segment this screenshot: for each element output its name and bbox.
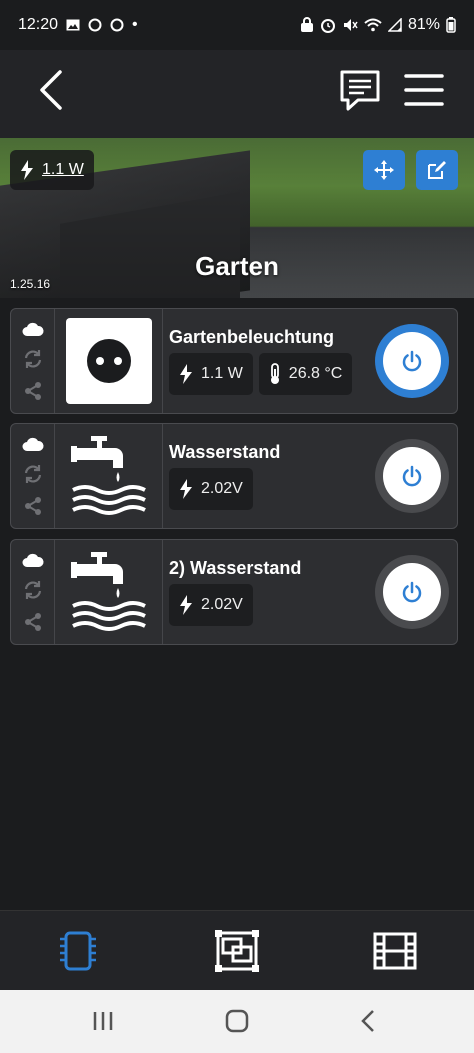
device-card[interactable]: 2) Wasserstand 2.02V [10,539,458,645]
power-toggle-button[interactable] [375,324,449,398]
bolt-icon [21,160,33,180]
battery-icon [446,17,456,33]
faucet-icon [70,436,146,515]
room-header-image: 1.1 W Garten 1.25.16 [0,138,474,298]
room-power-badge[interactable]: 1.1 W [10,150,94,190]
bolt-icon [180,595,192,615]
voltage-chip: 2.02V [169,468,253,510]
voltage-chip: 2.02V [169,584,253,626]
power-toggle-button[interactable] [375,555,449,629]
bolt-icon [180,479,192,499]
battery-level: 81% [407,16,440,33]
power-icon [402,350,422,372]
sync-icon[interactable] [23,580,43,600]
back-icon[interactable] [30,68,74,112]
room-title: Garten [195,251,279,281]
image-icon [66,19,80,31]
hamburger-icon[interactable] [402,68,446,112]
power-toggle-button[interactable] [375,439,449,513]
device-card[interactable]: Gartenbeleuchtung 1.1 W 26.8 °C [10,308,458,414]
signal-icon [387,18,402,32]
system-navigation [0,990,474,1053]
move-icon [374,160,394,180]
mute-icon [343,19,358,31]
share-icon[interactable] [23,612,43,632]
notification-dot: • [132,16,138,33]
recent-apps-icon[interactable] [88,1008,118,1034]
temperature-chip: 26.8 °C [258,353,353,395]
lock-icon [300,17,313,32]
socket-icon [65,318,152,404]
device-name: Wasserstand [169,442,281,462]
move-button[interactable] [363,150,405,190]
edit-button[interactable] [416,150,458,190]
alarm-icon [320,19,335,33]
clock: 12:20 [18,16,59,33]
app-bar [0,50,474,138]
faucet-icon [70,552,146,631]
bolt-icon [180,364,192,384]
scenes-film-icon[interactable] [372,929,418,973]
ring-icon [110,18,124,32]
thermometer-icon [270,363,279,384]
bottom-navigation [0,910,474,990]
edit-icon [428,161,446,179]
share-icon[interactable] [23,496,43,516]
sync-icon[interactable] [23,464,43,484]
status-bar: 12:20 • 81% [0,0,474,50]
app-version: 1.25.16 [10,277,51,291]
cloud-icon [22,437,44,451]
home-icon[interactable] [222,1008,252,1034]
power-chip: 1.1 W [169,353,253,395]
power-icon [402,465,422,487]
share-icon[interactable] [23,381,43,401]
sync-icon[interactable] [23,349,43,369]
ring-icon [88,18,102,32]
chat-icon[interactable] [336,66,384,114]
devices-chip-icon[interactable] [55,929,101,973]
groups-icon[interactable] [214,929,260,973]
power-icon [402,581,422,603]
cloud-icon [22,322,44,336]
device-name: Gartenbeleuchtung [169,327,335,347]
room-power-value: 1.1 W [42,161,84,178]
device-name: 2) Wasserstand [169,558,302,578]
cloud-icon [22,553,44,567]
device-card[interactable]: Wasserstand 2.02V [10,423,458,529]
wifi-icon [364,18,382,32]
system-back-icon[interactable] [354,1008,384,1034]
